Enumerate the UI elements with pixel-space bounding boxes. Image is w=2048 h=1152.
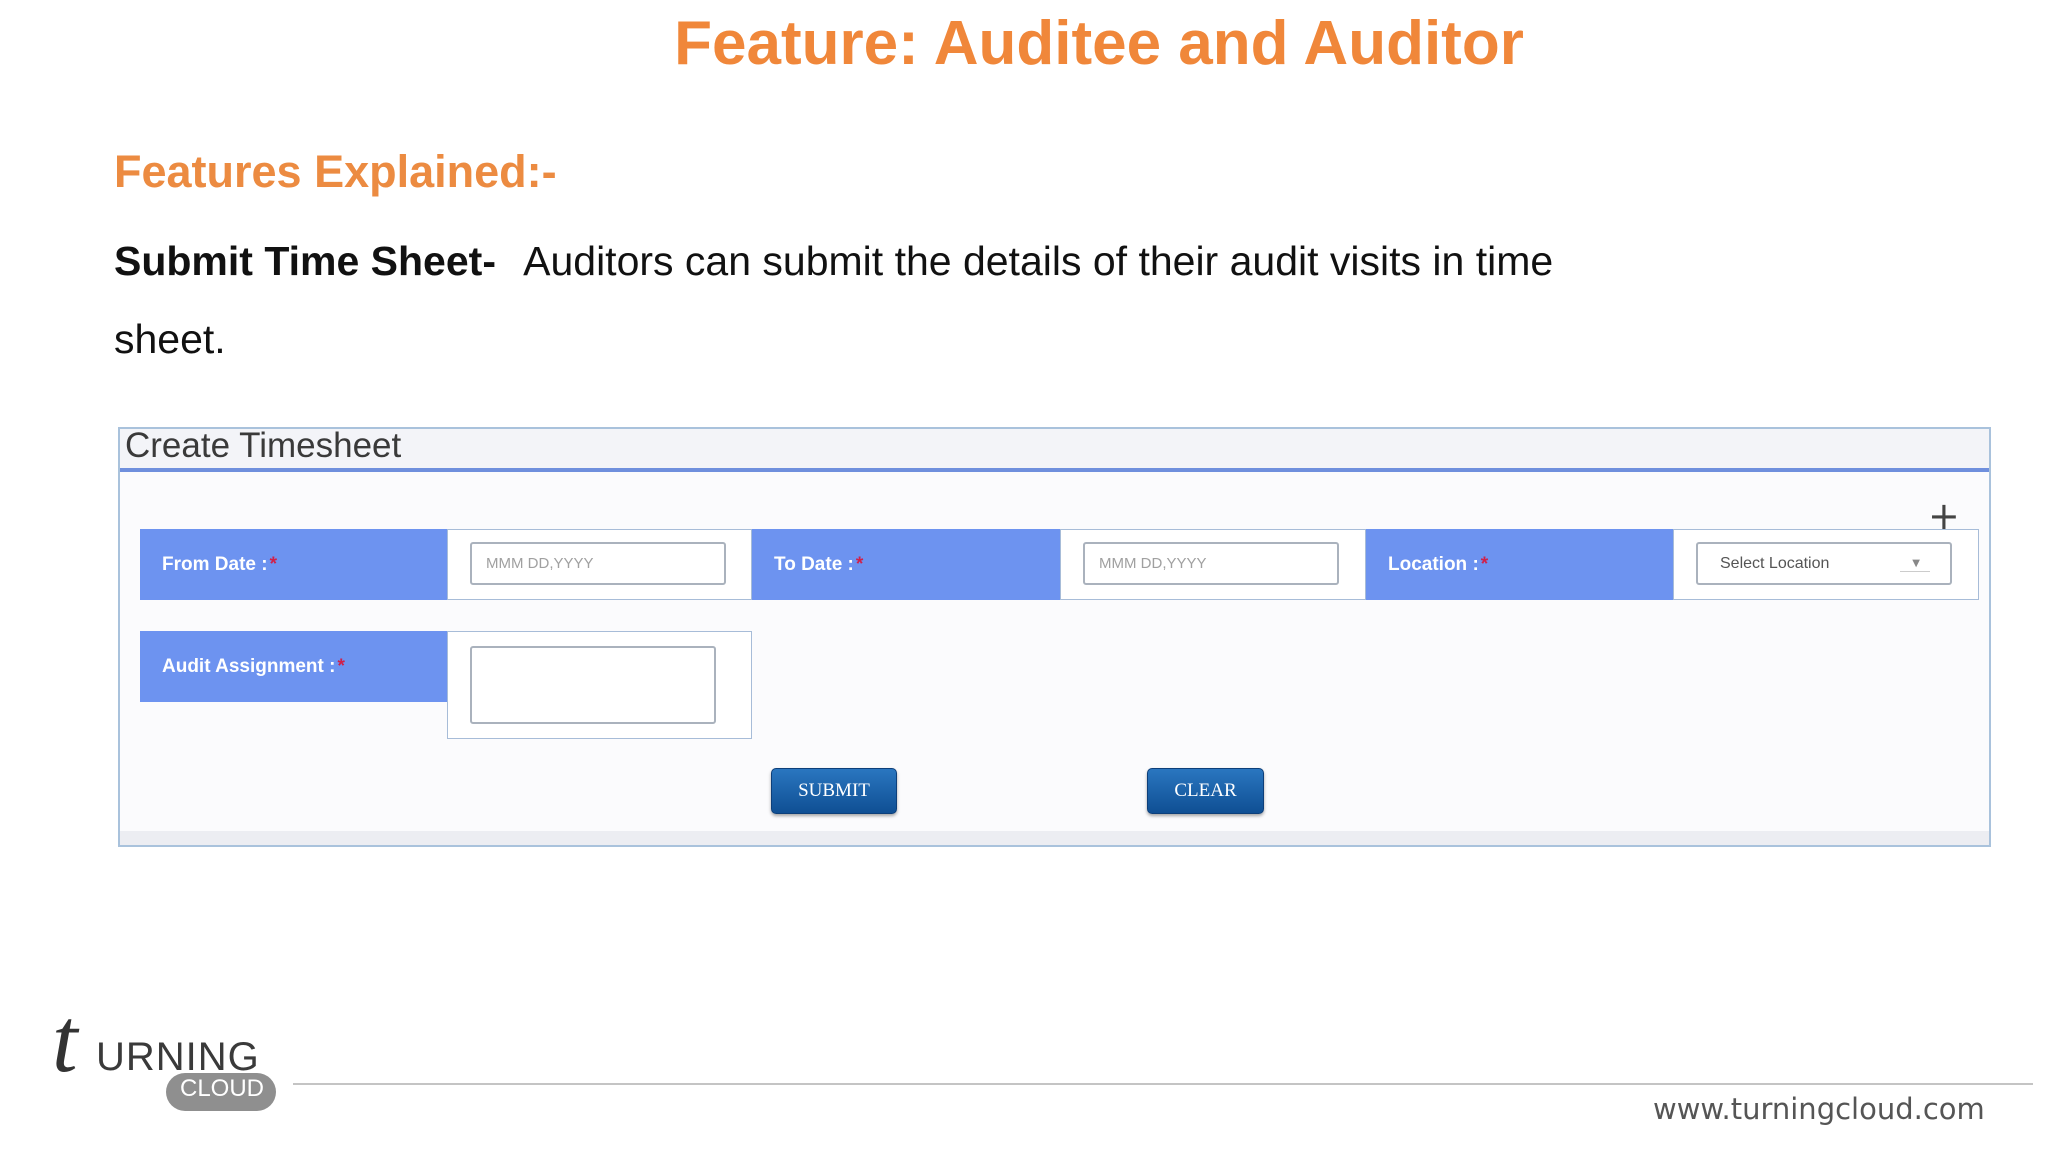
section-heading: Features Explained:-	[114, 146, 557, 197]
required-marker: *	[269, 553, 277, 575]
slide-title: Feature: Auditee and Auditor	[674, 9, 1524, 78]
logo-cloud-text: CLOUD	[180, 1075, 265, 1102]
audit-assignment-input[interactable]	[470, 646, 716, 724]
feature-term: Submit Time Sheet-	[114, 238, 496, 284]
chevron-down-icon: ▼	[1912, 558, 1920, 569]
footer-url: www.turningcloud.com	[1653, 1092, 1985, 1126]
select-underline	[1900, 571, 1930, 572]
from-date-label: From Date : *	[140, 529, 447, 600]
required-marker: *	[337, 655, 345, 677]
audit-assignment-cell	[447, 631, 752, 739]
to-date-cell: MMM DD,YYYY	[1060, 529, 1366, 600]
clear-button[interactable]: CLEAR	[1147, 768, 1264, 814]
from-date-input[interactable]: MMM DD,YYYY	[470, 542, 726, 585]
location-label: Location : *	[1366, 529, 1673, 600]
logo-letter: t	[52, 989, 78, 1091]
footer-divider	[293, 1083, 2033, 1085]
location-select-value: Select Location	[1720, 554, 1830, 572]
to-date-input[interactable]: MMM DD,YYYY	[1083, 542, 1339, 585]
panel-header: Create Timesheet	[120, 426, 1989, 472]
submit-button[interactable]: SUBMIT	[771, 768, 897, 814]
panel-bottom-strip	[120, 831, 1989, 845]
panel-title: Create Timesheet	[125, 426, 402, 465]
turning-cloud-logo: t URNING CLOUD	[52, 989, 276, 1115]
create-timesheet-panel: Create Timesheet + From Date : * MMM DD,…	[118, 426, 1991, 847]
audit-assignment-label: Audit Assignment : *	[140, 631, 447, 702]
audit-assignment-label-text: Audit Assignment :	[162, 655, 336, 677]
required-marker: *	[1480, 553, 1489, 575]
to-date-label: To Date : *	[752, 529, 1060, 600]
feature-description: Submit Time Sheet- Auditors can submit t…	[114, 222, 1674, 378]
location-cell: Select Location ▼	[1673, 529, 1979, 600]
location-select[interactable]: Select Location ▼	[1696, 542, 1952, 585]
location-label-text: Location :	[1388, 553, 1479, 575]
required-marker: *	[855, 553, 864, 575]
to-date-label-text: To Date :	[774, 553, 854, 575]
from-date-label-text: From Date :	[162, 553, 268, 575]
from-date-cell: MMM DD,YYYY	[447, 529, 752, 600]
